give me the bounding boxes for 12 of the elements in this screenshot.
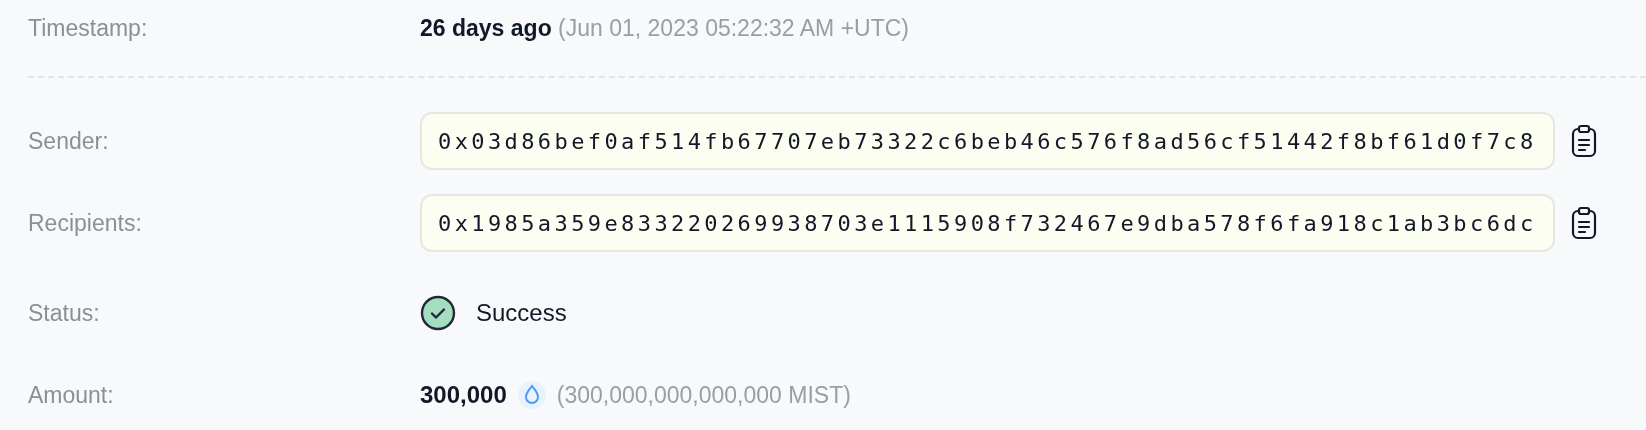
timestamp-text: 26 days ago (Jun 01, 2023 05:22:32 AM +UTC) [420, 13, 910, 43]
address-field[interactable]: 0x03d86bef0af514fb67707eb73322c6beb46c576f8ad56cf51442f8bf61d0f7c8 [420, 112, 1555, 170]
field-label: Sender: [28, 126, 110, 156]
droplet-icon [516, 380, 547, 410]
address-field[interactable]: 0x1985a359e833220269938703e1115908f732467e9dba578f6fa918c1ab3bc6dc [420, 194, 1555, 252]
field-label: Recipients: [28, 208, 143, 238]
field-label: Timestamp: [28, 13, 149, 43]
status-text: Success [476, 298, 567, 328]
amount-text: 300,000 [420, 380, 507, 410]
field-label: Amount: [28, 380, 115, 410]
amount-detail: (300,000,000,000,000 MIST) [556, 380, 851, 410]
field-label: Status: [28, 298, 101, 328]
